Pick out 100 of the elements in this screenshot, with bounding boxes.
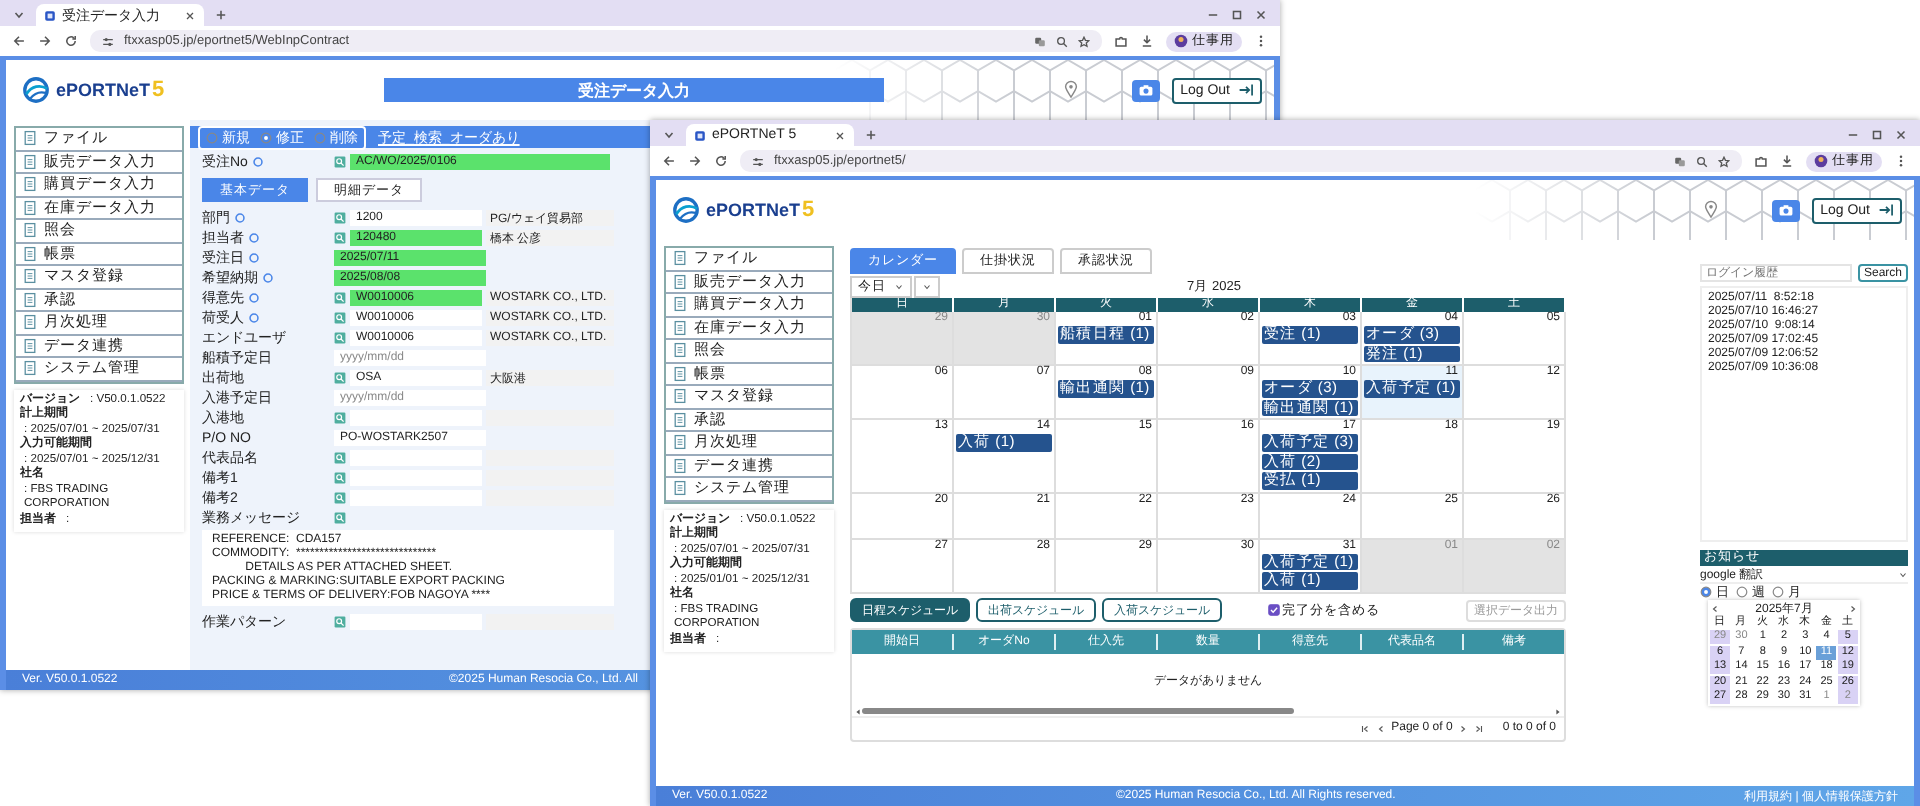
previous-page-icon[interactable]: [1375, 723, 1386, 733]
exit-arrow-icon: [1238, 82, 1254, 98]
close-icon[interactable]: [1254, 8, 1268, 22]
document-icon: [672, 434, 688, 451]
star-icon[interactable]: [1718, 155, 1730, 167]
avatar-icon: [1174, 34, 1188, 48]
close-icon[interactable]: [834, 129, 846, 141]
translate-icon[interactable]: [1034, 35, 1046, 47]
download-icon[interactable]: [1140, 34, 1154, 48]
back-arrow-icon[interactable]: [662, 154, 676, 168]
search-icon[interactable]: [334, 292, 346, 304]
radio-button[interactable]: [206, 131, 218, 143]
horizontal-scrollbar[interactable]: [862, 708, 1294, 714]
maximize-icon[interactable]: [1870, 128, 1884, 142]
radio-button[interactable]: [1700, 586, 1712, 598]
search-icon[interactable]: [334, 332, 346, 344]
document-icon: [672, 273, 688, 290]
document-icon: [672, 480, 688, 497]
caret-down-icon: [894, 281, 904, 291]
document-icon: [22, 268, 38, 285]
plus-icon[interactable]: [864, 128, 878, 142]
reload-icon[interactable]: [64, 34, 78, 48]
maximize-icon[interactable]: [1230, 8, 1244, 22]
next-page-icon[interactable]: [1458, 723, 1469, 733]
caret-down-icon: [922, 281, 932, 291]
search-icon[interactable]: [334, 512, 346, 524]
document-icon: [22, 291, 38, 308]
sliders-icon[interactable]: [752, 155, 764, 167]
search-icon[interactable]: [334, 472, 346, 484]
search-icon[interactable]: [334, 492, 346, 504]
document-icon: [22, 337, 38, 354]
logo-icon: [672, 196, 700, 224]
logo-text: ePORTNeT: [706, 200, 801, 220]
radio-button[interactable]: [1736, 586, 1748, 598]
radio-button[interactable]: [1772, 586, 1784, 598]
close-icon[interactable]: [1894, 128, 1908, 142]
page-title: 受注データ入力: [384, 78, 884, 102]
download-icon[interactable]: [1780, 154, 1794, 168]
document-icon: [672, 457, 688, 474]
document-icon: [672, 250, 688, 267]
forward-arrow-icon[interactable]: [688, 154, 702, 168]
document-icon: [672, 319, 688, 336]
logo-text: 5: [152, 78, 165, 102]
first-page-icon[interactable]: [1359, 723, 1370, 733]
sliders-icon[interactable]: [102, 35, 114, 47]
minimize-icon[interactable]: [1846, 128, 1860, 142]
close-icon[interactable]: [184, 9, 196, 21]
zoom-icon[interactable]: [1056, 35, 1068, 47]
page-icon: [44, 9, 56, 21]
exit-arrow-icon: [1878, 202, 1894, 218]
document-icon: [22, 222, 38, 239]
radio-button[interactable]: [260, 131, 272, 143]
scroll-left-icon[interactable]: [854, 707, 862, 715]
camera-icon: [1138, 82, 1155, 98]
caret-down-icon[interactable]: [12, 8, 26, 22]
last-page-icon[interactable]: [1474, 723, 1485, 733]
search-icon[interactable]: [334, 452, 346, 464]
map-pin-icon: [1702, 200, 1721, 218]
menu-icon[interactable]: [1894, 154, 1908, 168]
checkbox[interactable]: [1268, 604, 1280, 616]
search-icon[interactable]: [334, 312, 346, 324]
document-icon: [22, 153, 38, 170]
document-icon: [22, 245, 38, 262]
logo-icon: [22, 76, 50, 104]
radio-button[interactable]: [314, 131, 326, 143]
forward-arrow-icon[interactable]: [38, 34, 52, 48]
page-icon: [694, 129, 706, 141]
caret-down-icon[interactable]: [662, 128, 676, 142]
minimize-icon[interactable]: [1206, 8, 1220, 22]
search-icon[interactable]: [334, 232, 346, 244]
search-icon[interactable]: [334, 372, 346, 384]
document-icon: [22, 199, 38, 216]
search-icon[interactable]: [334, 412, 346, 424]
search-icon[interactable]: [334, 212, 346, 224]
document-icon: [672, 296, 688, 313]
camera-button[interactable]: [1132, 79, 1161, 101]
document-icon: [22, 360, 38, 377]
map-pin-icon: [1062, 80, 1081, 98]
logo-text: ePORTNeT: [56, 80, 151, 100]
avatar-icon: [1814, 154, 1828, 168]
camera-button[interactable]: [1772, 199, 1801, 221]
search-icon[interactable]: [334, 616, 346, 628]
back-arrow-icon[interactable]: [12, 34, 26, 48]
next-month-icon[interactable]: [1848, 604, 1858, 614]
document-icon: [672, 411, 688, 428]
menu-icon[interactable]: [1254, 34, 1268, 48]
document-icon: [672, 365, 688, 382]
search-icon[interactable]: [334, 156, 346, 168]
star-icon[interactable]: [1078, 35, 1090, 47]
plus-icon[interactable]: [214, 8, 228, 22]
caret-down-icon: [1898, 569, 1908, 579]
zoom-icon[interactable]: [1696, 155, 1708, 167]
document-icon: [22, 314, 38, 331]
logo-text: 5: [802, 198, 815, 222]
reload-icon[interactable]: [714, 154, 728, 168]
previous-month-icon[interactable]: [1710, 604, 1720, 614]
camera-icon: [1778, 202, 1795, 218]
document-icon: [22, 176, 38, 193]
translate-icon[interactable]: [1674, 155, 1686, 167]
document-icon: [672, 388, 688, 405]
